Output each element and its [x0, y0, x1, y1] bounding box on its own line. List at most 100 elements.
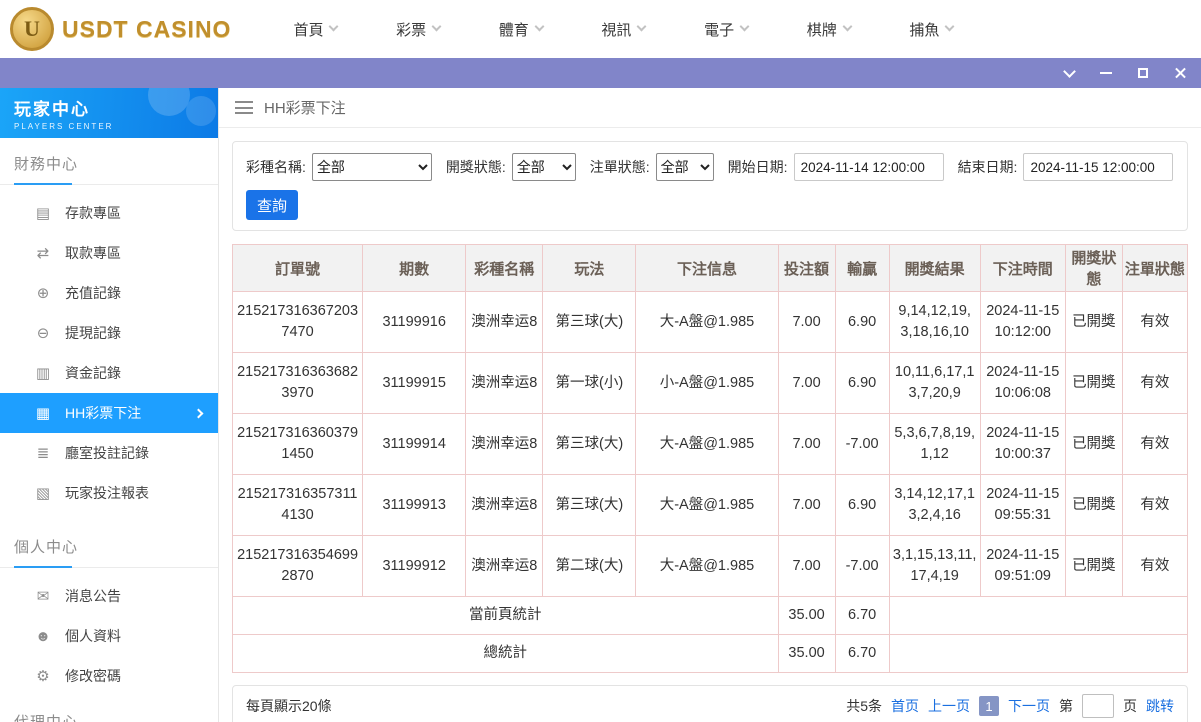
lottery-name-select[interactable]: 全部: [311, 153, 432, 181]
bet-records-table: 訂單號 期數 彩種名稱 玩法 下注信息 投注額 輸贏 開獎結果 下注時間 開獎狀…: [231, 244, 1189, 674]
funds-record-icon: ▥: [35, 365, 51, 382]
table-cell: 31199913: [362, 474, 467, 537]
sidebar-item-change-password[interactable]: ⚙ 修改密碼: [0, 656, 218, 696]
table-cell: 澳洲幸运8: [465, 474, 544, 537]
col-order-status: 注單狀態: [1121, 244, 1189, 292]
sidebar-item-cashout-record[interactable]: ⊖ 提現記錄: [0, 313, 218, 353]
table-cell: 第二球(大): [542, 535, 637, 598]
chevron-down-icon: [329, 21, 339, 32]
hall-bet-record-icon: ≣: [36, 445, 50, 462]
table-cell: 第三球(大): [542, 474, 637, 537]
table-cell: 2024-11-15 10:06:08: [979, 352, 1066, 415]
table-cell: 7.00: [777, 290, 836, 354]
next-page-link[interactable]: 下一页: [1008, 696, 1050, 716]
collapse-chevron-icon[interactable]: [1063, 64, 1076, 78]
col-win-loss: 輸贏: [834, 244, 890, 292]
nav-item-home[interactable]: 首頁: [293, 19, 339, 40]
first-page-link[interactable]: 首页: [891, 696, 919, 716]
table-cell: 大-A盤@1.985: [635, 290, 779, 354]
table-cell: 7.00: [777, 474, 836, 537]
query-button[interactable]: 查詢: [246, 190, 298, 220]
sidebar-item-label: 存款專區: [65, 205, 121, 221]
brand-name: USDT CASINO: [62, 15, 232, 42]
col-bet-time: 下注時間: [979, 244, 1066, 292]
col-draw-result: 開獎結果: [888, 244, 981, 292]
page-title: HH彩票下注: [264, 100, 346, 117]
nav-label: 視訊: [601, 21, 632, 39]
cashout-record-icon: ⊖: [36, 325, 50, 342]
end-date-input[interactable]: [1023, 153, 1174, 181]
chevron-down-icon: [431, 21, 442, 32]
col-bet-info: 下注信息: [635, 244, 779, 292]
chevron-down-icon: [739, 21, 750, 32]
start-date-input[interactable]: [793, 153, 944, 181]
sidebar-item-profile[interactable]: ☻ 個人資料: [0, 616, 218, 656]
page-jump-input[interactable]: [1082, 694, 1114, 719]
nav-item-fishing[interactable]: 捕魚: [909, 19, 955, 40]
section-personal-center: 個人中心: [0, 521, 218, 568]
table-cell: 已開獎: [1064, 290, 1123, 354]
filter-panel: 彩種名稱: 全部 開獎狀態: 全部 注單狀態: 全部 開始日期: 結束日期:: [232, 141, 1188, 231]
top-header: U USDT CASINO 首頁 彩票 體育 視訊 電子 棋牌 捕魚: [0, 0, 1201, 58]
sidebar-item-label: 提現記錄: [65, 325, 121, 341]
lottery-name-label: 彩種名稱:: [246, 159, 306, 175]
table-cell: 2152173163636823970: [231, 352, 364, 415]
nav-item-lottery[interactable]: 彩票: [396, 19, 442, 40]
table-cell: 已開獎: [1064, 413, 1123, 476]
jump-button[interactable]: 跳转: [1146, 696, 1174, 716]
sidebar-item-label: 資金記錄: [65, 365, 121, 381]
main-content: HH彩票下注 彩種名稱: 全部 開獎狀態: 全部 注單狀態: 全部 開始日期: …: [219, 88, 1201, 722]
brand-logo[interactable]: U USDT CASINO: [10, 7, 231, 51]
sidebar-item-withdraw[interactable]: ⇄ 取款專區: [0, 233, 218, 273]
close-button[interactable]: [1174, 67, 1187, 80]
sidebar-item-hh-lottery-bet[interactable]: ▦ HH彩票下注: [0, 393, 218, 433]
sidebar-item-deposit[interactable]: ▤ 存款專區: [0, 193, 218, 233]
table-cell: 2152173163546992870: [231, 535, 364, 598]
deposit-icon: ▤: [35, 205, 51, 222]
main-nav: 首頁 彩票 體育 視訊 電子 棋牌 捕魚: [293, 19, 955, 40]
sidebar-item-announcements[interactable]: ✉ 消息公告: [0, 576, 218, 616]
sidebar-item-label: 玩家投注報表: [65, 485, 149, 501]
table-cell: 澳洲幸运8: [465, 352, 544, 415]
table-cell: 第三球(大): [542, 413, 637, 476]
nav-item-egames[interactable]: 電子: [704, 19, 750, 40]
nav-item-live[interactable]: 視訊: [601, 19, 647, 40]
col-order-no: 訂單號: [231, 244, 364, 292]
menu-toggle-icon[interactable]: [235, 101, 253, 114]
table-cell: 有效: [1121, 352, 1189, 415]
minimize-button[interactable]: [1100, 72, 1112, 74]
order-status-select[interactable]: 全部: [655, 153, 714, 181]
breadcrumb: HH彩票下注: [219, 88, 1201, 128]
table-cell: 有效: [1121, 474, 1189, 537]
sidebar-item-hall-bet-record[interactable]: ≣ 廳室投註記錄: [0, 433, 218, 473]
content-area: 彩種名稱: 全部 開獎狀態: 全部 注單狀態: 全部 開始日期: 結束日期:: [219, 128, 1201, 722]
table-cell: 9,14,12,19,3,18,16,10: [888, 290, 981, 354]
sidebar-item-bet-report[interactable]: ▧ 玩家投注報表: [0, 473, 218, 513]
current-page-indicator[interactable]: 1: [979, 696, 999, 717]
total-count-text: 共5条: [846, 698, 882, 715]
chevron-down-icon: [636, 21, 647, 32]
nav-label: 首頁: [293, 21, 324, 39]
sidebar-item-label: 個人資料: [65, 628, 121, 644]
jump-suffix-text: 页: [1123, 698, 1137, 715]
sidebar-item-label: 廳室投註記錄: [65, 445, 149, 461]
chevron-right-icon: [193, 408, 204, 418]
nav-item-cards[interactable]: 棋牌: [806, 19, 853, 40]
sidebar-header: 玩家中心 PLAYERS CENTER: [0, 88, 218, 138]
nav-label: 棋牌: [806, 21, 837, 39]
recharge-record-icon: ⊕: [36, 285, 50, 302]
table-row: 2152173163546992870 31199912 澳洲幸运8 第二球(大) 大-…: [231, 535, 1189, 598]
table-cell: 大-A盤@1.985: [635, 474, 779, 537]
table-cell: 6.90: [834, 474, 890, 537]
nav-item-sports[interactable]: 體育: [499, 19, 545, 40]
start-date-label: 開始日期:: [727, 159, 788, 175]
sidebar-item-recharge-record[interactable]: ⊕ 充值記錄: [0, 273, 218, 313]
withdraw-icon: ⇄: [36, 245, 50, 262]
maximize-button[interactable]: [1138, 68, 1148, 78]
table-cell: 6.90: [834, 352, 890, 415]
sidebar-item-funds-record[interactable]: ▥ 資金記錄: [0, 353, 218, 393]
table-cell: 2152173163573114130: [231, 474, 364, 537]
table-cell: 2024-11-15 09:55:31: [979, 474, 1066, 537]
draw-status-select[interactable]: 全部: [511, 153, 576, 181]
prev-page-link[interactable]: 上一页: [928, 696, 970, 716]
